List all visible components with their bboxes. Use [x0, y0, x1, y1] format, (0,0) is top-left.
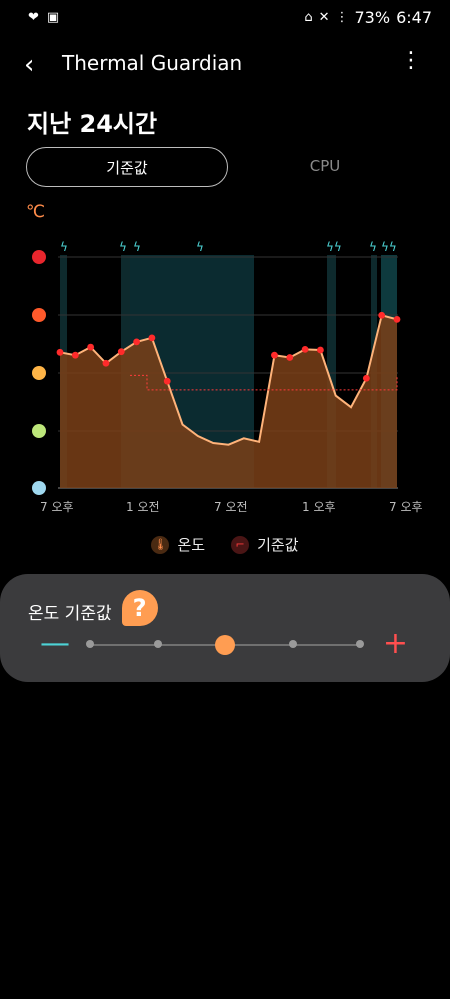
temperature-unit: ℃	[26, 202, 46, 222]
slider-tick[interactable]	[288, 640, 297, 648]
temperature-point	[362, 374, 370, 382]
legend-baseline: ⌐ 기준값	[231, 534, 299, 555]
lightning-icon: ϟ	[133, 240, 141, 254]
legend-label: 온도	[177, 536, 206, 554]
thermometer-icon: 🌡	[151, 535, 170, 554]
cool-emoji	[32, 424, 46, 438]
more-options-icon[interactable]: ⋮	[400, 48, 422, 73]
status-bar: ❤ ▣ ⌂ ✕ ⋮ 73% 6:47	[0, 0, 450, 38]
slider-thumb[interactable]	[215, 635, 235, 655]
app-title: Thermal Guardian	[62, 51, 243, 75]
back-icon[interactable]: ‹	[24, 50, 34, 80]
lightning-icon: ϟ	[196, 240, 204, 254]
legend-label: 기준값	[257, 536, 299, 554]
battery-saver-icon: ⌂	[304, 10, 313, 25]
lightning-icon: ϟ	[369, 240, 377, 254]
y-emoji-axis	[32, 250, 46, 495]
threshold-title: 온도 기준값 ?	[28, 590, 158, 626]
slider-tick[interactable]	[153, 640, 162, 648]
x-tick-label: 7 오후	[389, 500, 423, 514]
lightning-icon: ϟϟ	[381, 240, 397, 254]
x-axis-labels: 7 오후 1 오전 7 오전 1 오후 7 오후	[40, 500, 423, 514]
heart-icon: ❤	[28, 10, 39, 25]
segment-baseline[interactable]: 기준값	[26, 147, 228, 187]
warm-emoji	[32, 366, 46, 380]
period-title: 지난 24시간	[27, 110, 158, 138]
mute-icon: ✕	[318, 10, 330, 25]
temperature-point	[56, 348, 64, 356]
battery-percent: 73%	[354, 8, 391, 27]
legend-temperature: 🌡 온도	[151, 534, 205, 555]
temperature-point	[378, 311, 386, 319]
app-bar: ‹ Thermal Guardian ⋮	[0, 40, 450, 86]
x-tick-label: 7 오후	[40, 500, 74, 514]
temperature-point	[163, 377, 171, 385]
help-icon[interactable]: ?	[121, 590, 158, 626]
increase-button[interactable]: +	[383, 626, 408, 661]
signal-icon: ⋮	[335, 10, 349, 25]
lightning-icon: ϟ	[60, 240, 68, 254]
temperature-point	[148, 334, 156, 342]
temperature-point	[133, 338, 140, 346]
temperature-point	[102, 359, 110, 367]
image-icon: ▣	[46, 10, 60, 25]
temperature-point	[286, 354, 294, 361]
temperature-point	[393, 315, 401, 323]
x-tick-label: 1 오전	[126, 500, 160, 514]
very-hot-emoji	[32, 250, 46, 264]
lightning-icon: ϟϟ	[326, 240, 342, 254]
temperature-point	[301, 346, 309, 353]
lightning-icon: ϟ	[119, 240, 127, 254]
temperature-point	[271, 351, 278, 359]
threshold-panel: 온도 기준값 ? — +	[0, 574, 450, 682]
segment-cpu[interactable]: CPU	[225, 147, 425, 185]
slider-tick[interactable]	[356, 640, 364, 648]
hot-emoji	[32, 308, 46, 322]
x-tick-label: 1 오후	[302, 500, 336, 514]
cold-emoji	[32, 481, 46, 495]
temperature-chart: ϟ ϟ ϟ ϟ ϟϟ ϟ ϟϟ 7 오후 1 오전 7 오전 1 오후 7 오후	[32, 240, 423, 514]
temperature-point	[317, 346, 324, 354]
clock: 6:47	[396, 8, 432, 27]
temperature-point	[71, 351, 79, 359]
chart-legend: 🌡 온도 ⌐ 기준값	[0, 534, 450, 555]
baseline-icon: ⌐	[231, 535, 250, 554]
lightning-icons: ϟ ϟ ϟ ϟ ϟϟ ϟ ϟϟ	[60, 240, 397, 254]
x-tick-label: 7 오전	[214, 500, 248, 514]
slider-tick[interactable]	[86, 640, 94, 648]
temperature-point	[87, 343, 95, 351]
decrease-button[interactable]: —	[40, 626, 70, 661]
temperature-point	[117, 348, 125, 356]
